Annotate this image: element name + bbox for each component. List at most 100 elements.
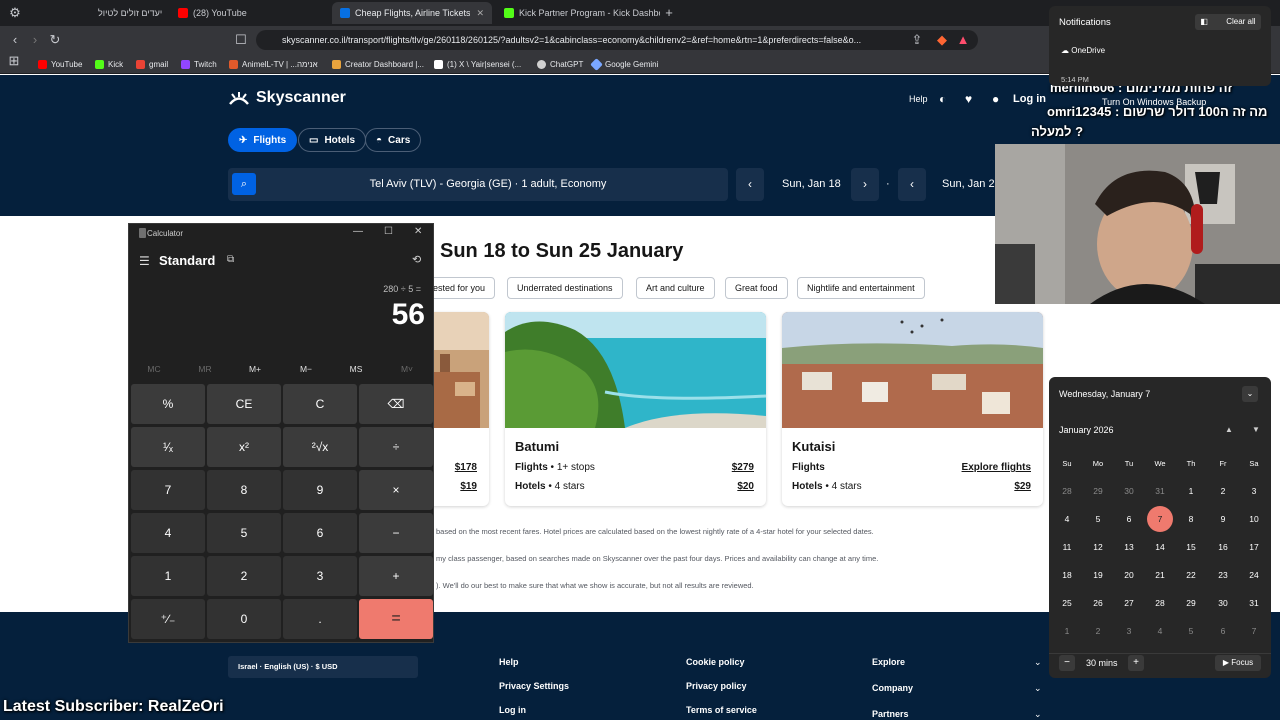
- chip-underrated[interactable]: Underrated destinations: [507, 277, 623, 299]
- tab-cars[interactable]: ◓ Cars: [365, 128, 422, 152]
- equals-key[interactable]: =: [359, 599, 433, 639]
- calendar-day[interactable]: 9: [1210, 506, 1236, 532]
- memory-clear-button[interactable]: MC: [134, 364, 174, 374]
- bookmark-creator-dashboard[interactable]: Creator Dashboard |...: [332, 57, 424, 71]
- memory-list-button[interactable]: M˅: [387, 364, 427, 374]
- close-icon[interactable]: ✕: [414, 226, 422, 237]
- eight-key[interactable]: 8: [207, 470, 281, 510]
- close-tab-icon[interactable]: ✕: [476, 8, 484, 19]
- url-field[interactable]: skyscanner.co.il/transport/flights/tlv/g…: [256, 30, 978, 50]
- five-key[interactable]: 5: [207, 513, 281, 553]
- hotel-price-batumi[interactable]: $20: [737, 481, 754, 492]
- destination-card-batumi[interactable]: Batumi Flights • 1+ stops $279 Hotels • …: [505, 312, 766, 506]
- maximize-icon[interactable]: ☐: [384, 226, 393, 237]
- search-icon[interactable]: ⌕: [232, 173, 256, 195]
- footer-login[interactable]: Log in: [499, 705, 526, 715]
- globe-icon[interactable]: ◐: [939, 92, 946, 106]
- history-icon[interactable]: ⟲: [412, 253, 421, 266]
- tab-hotels[interactable]: ▭ Hotels: [298, 128, 367, 152]
- bookmark-chatgpt[interactable]: ChatGPT: [537, 57, 583, 71]
- flight-price-batumi[interactable]: $279: [732, 462, 754, 473]
- keep-on-top-icon[interactable]: ⧉: [227, 254, 234, 265]
- calendar-day[interactable]: 2: [1210, 478, 1236, 504]
- footer-privacy-policy[interactable]: Privacy policy: [686, 681, 747, 691]
- negate-key[interactable]: ⁺∕₋: [131, 599, 205, 639]
- tab-flights[interactable]: ✈ Flights: [228, 128, 298, 152]
- flight-search-bar[interactable]: ⌕ Tel Aviv (TLV) - Georgia (GE) · 1 adul…: [228, 168, 728, 201]
- two-key[interactable]: 2: [207, 556, 281, 596]
- seven-key[interactable]: 7: [131, 470, 205, 510]
- percent-key[interactable]: %: [131, 384, 205, 424]
- help-link[interactable]: Help: [909, 94, 928, 104]
- footer-terms[interactable]: Terms of service: [686, 705, 757, 715]
- calendar-day[interactable]: 30: [1210, 590, 1236, 616]
- return-date[interactable]: Sun, Jan 25: [942, 168, 1001, 201]
- calendar-day[interactable]: 7: [1147, 506, 1173, 532]
- calendar-day[interactable]: 7: [1241, 618, 1267, 644]
- calendar-day[interactable]: 25: [1054, 590, 1080, 616]
- calendar-day[interactable]: 12: [1085, 534, 1111, 560]
- locale-selector[interactable]: Israel · English (US) · $ USD: [228, 656, 418, 678]
- backspace-key[interactable]: ⌫: [359, 384, 433, 424]
- back-icon[interactable]: ‹: [6, 31, 24, 49]
- calendar-day[interactable]: 23: [1210, 562, 1236, 588]
- nine-key[interactable]: 9: [283, 470, 357, 510]
- previous-month-icon[interactable]: ▲: [1225, 425, 1233, 434]
- calendar-day[interactable]: 8: [1178, 506, 1204, 532]
- reload-icon[interactable]: ↻: [46, 31, 64, 49]
- bookmark-anime[interactable]: AnimelL-TV | ...אנימה: [229, 57, 318, 71]
- clear-key[interactable]: C: [283, 384, 357, 424]
- calendar-day[interactable]: 31: [1147, 478, 1173, 504]
- browser-menu-icon[interactable]: ⚙: [6, 4, 24, 22]
- decimal-key[interactable]: .: [283, 599, 357, 639]
- calendar-day[interactable]: 17: [1241, 534, 1267, 560]
- footer-help[interactable]: Help: [499, 657, 519, 667]
- footer-company[interactable]: Company: [872, 683, 913, 693]
- subtract-key[interactable]: −: [359, 513, 433, 553]
- memory-subtract-button[interactable]: M−: [286, 364, 326, 374]
- footer-privacy-settings[interactable]: Privacy Settings: [499, 681, 569, 691]
- calendar-day[interactable]: 28: [1147, 590, 1173, 616]
- bookmark-twitch[interactable]: Twitch: [181, 57, 217, 71]
- calendar-day[interactable]: 20: [1116, 562, 1142, 588]
- calendar-month-label[interactable]: January 2026: [1059, 425, 1114, 435]
- memory-recall-button[interactable]: MR: [185, 364, 225, 374]
- chevron-down-icon[interactable]: ⌄: [1034, 657, 1042, 668]
- three-key[interactable]: 3: [283, 556, 357, 596]
- zero-key[interactable]: 0: [207, 599, 281, 639]
- calendar-day[interactable]: 29: [1085, 478, 1111, 504]
- square-root-key[interactable]: ²√x: [283, 427, 357, 467]
- four-key[interactable]: 4: [131, 513, 205, 553]
- destination-card-kutaisi[interactable]: Kutaisi Flights Explore flights Hotels •…: [782, 312, 1043, 506]
- hamburger-menu-icon[interactable]: ☰: [139, 254, 150, 268]
- tab-1[interactable]: יעדים זולים לטיול: [90, 2, 170, 24]
- calendar-day[interactable]: 27: [1116, 590, 1142, 616]
- minimize-icon[interactable]: —: [353, 226, 363, 237]
- decrease-focus-button[interactable]: −: [1059, 655, 1075, 671]
- heart-icon[interactable]: ♥: [965, 92, 972, 106]
- apps-grid-icon[interactable]: ⊞: [5, 52, 23, 70]
- add-key[interactable]: +: [359, 556, 433, 596]
- prev-depart-date-button[interactable]: ‹: [736, 168, 764, 201]
- calendar-day[interactable]: 6: [1210, 618, 1236, 644]
- calendar-day[interactable]: 2: [1085, 618, 1111, 644]
- bookmark-x[interactable]: (1) X \ Yair|sensei (...: [434, 57, 521, 71]
- chip-great-food[interactable]: Great food: [725, 277, 788, 299]
- chevron-down-icon[interactable]: ⌄: [1242, 386, 1258, 402]
- footer-partners[interactable]: Partners: [872, 709, 909, 719]
- explore-flights-link[interactable]: Explore flights: [962, 462, 1031, 473]
- calendar-day[interactable]: 13: [1116, 534, 1142, 560]
- chip-art-culture[interactable]: Art and culture: [636, 277, 715, 299]
- calendar-day[interactable]: 6: [1116, 506, 1142, 532]
- bookmark-kick[interactable]: Kick: [95, 57, 123, 71]
- bookmark-icon[interactable]: ☐: [232, 31, 250, 49]
- calendar-day[interactable]: 21: [1147, 562, 1173, 588]
- bookmark-gmail[interactable]: gmail: [136, 57, 168, 71]
- calendar-day[interactable]: 10: [1241, 506, 1267, 532]
- calendar-day[interactable]: 19: [1085, 562, 1111, 588]
- calendar-day[interactable]: 1: [1054, 618, 1080, 644]
- bookmark-gemini[interactable]: Google Gemini: [590, 57, 658, 71]
- notification-body[interactable]: Turn On Windows Backup: [1102, 97, 1206, 107]
- chip-nightlife[interactable]: Nightlife and entertainment: [797, 277, 925, 299]
- tab-kick[interactable]: Kick Partner Program - Kick Dashboa: [496, 2, 660, 24]
